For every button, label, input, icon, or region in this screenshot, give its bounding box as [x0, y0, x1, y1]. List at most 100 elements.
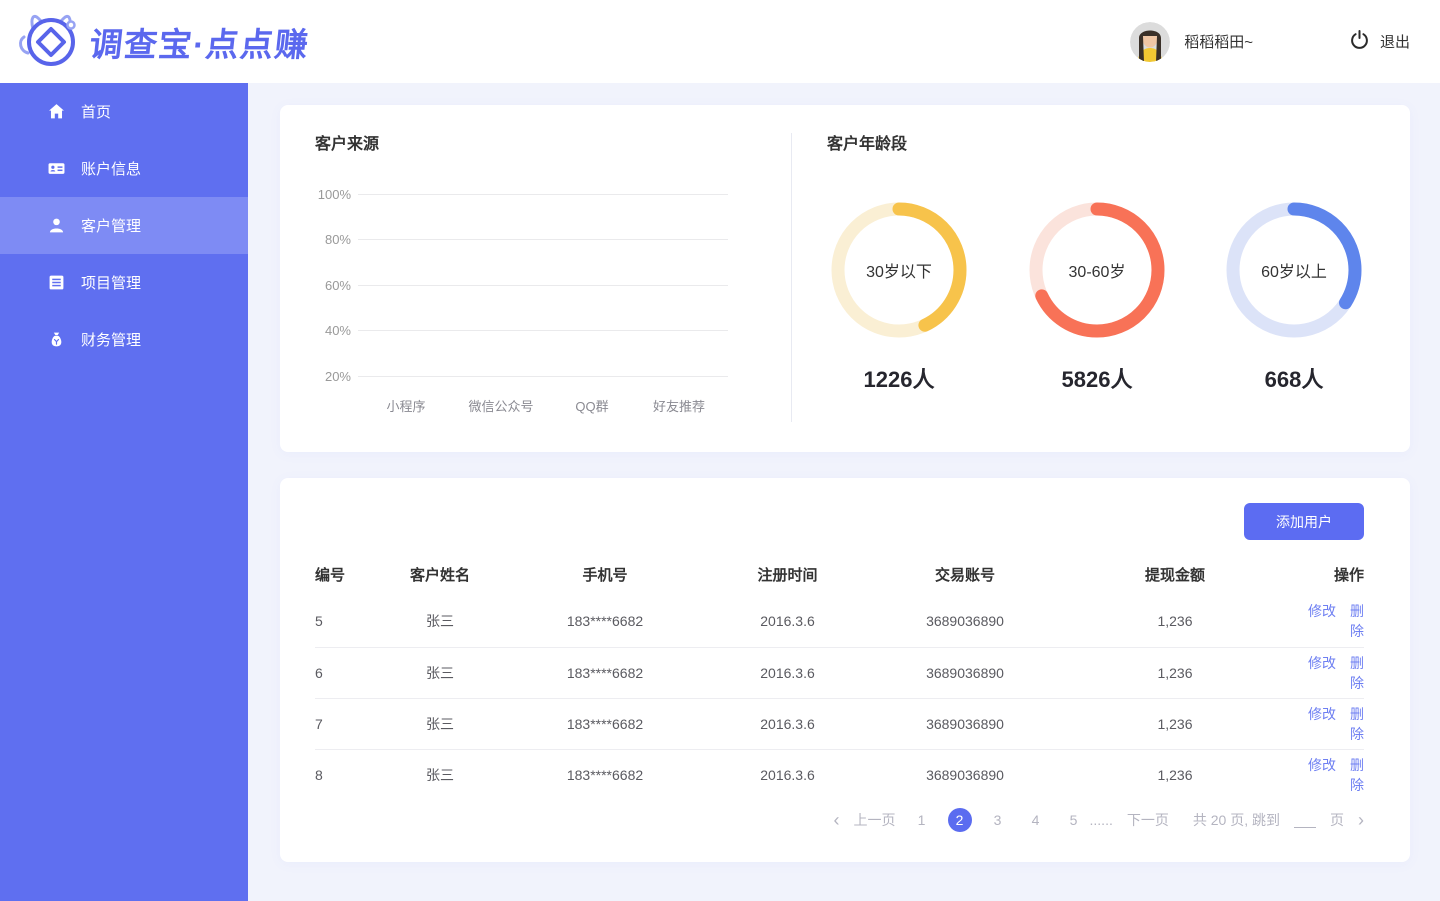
y-tick: 100%	[317, 186, 351, 202]
page-2-active[interactable]: 2	[947, 808, 972, 832]
ring-count: 668人	[1264, 367, 1324, 392]
col-header-id: 编号	[315, 566, 346, 584]
page-1[interactable]: 1	[910, 808, 934, 832]
add-user-button[interactable]: 添加用户	[1244, 503, 1364, 540]
page-3[interactable]: 3	[986, 808, 1010, 832]
ring-label: 60岁以上	[1261, 264, 1327, 281]
edit-link[interactable]: 修改	[1308, 757, 1336, 773]
cell-account: 3689036890	[926, 715, 1004, 732]
prev-page-button[interactable]: 上一页	[854, 810, 896, 830]
edit-link[interactable]: 修改	[1308, 706, 1336, 722]
customers-card: 添加用户 编号 客户姓名 手机号 注册时间 交易账号 提现金额 操作 5 张三 …	[280, 478, 1410, 862]
y-tick: 40%	[324, 322, 351, 338]
power-icon	[1349, 29, 1370, 54]
sidebar-item-label: 账户信息	[81, 161, 142, 178]
sidebar-item-finance-mgmt[interactable]: 财务管理	[0, 311, 248, 368]
customers-table: 编号 客户姓名 手机号 注册时间 交易账号 提现金额 操作 5 张三 183**…	[315, 552, 1364, 800]
table-row: 6 张三 183****6682 2016.3.6 3689036890 1,2…	[315, 647, 1364, 698]
age-ring-30-60: 30-60岁 5826人	[1017, 200, 1177, 394]
edit-link[interactable]: 修改	[1308, 655, 1336, 671]
next-page-button[interactable]: 下一页	[1127, 810, 1169, 830]
top-header: 调查宝·点点赚 稻稻稻田~ 退出	[0, 0, 1440, 83]
cell-amount: 1,236	[1157, 664, 1193, 681]
cat-coin-logo-icon	[16, 9, 84, 74]
ring-label: 30-60岁	[1068, 264, 1126, 281]
next-page-arrow[interactable]: ›	[1358, 811, 1364, 829]
x-category: 微信公众号	[468, 399, 534, 414]
cell-reg-date: 2016.3.6	[760, 613, 815, 630]
cell-phone: 183****6682	[566, 613, 644, 630]
y-tick: 20%	[324, 368, 351, 384]
cell-reg-date: 2016.3.6	[760, 664, 815, 681]
sidebar-item-customer-mgmt[interactable]: 客户管理	[0, 197, 248, 254]
ring-count: 1226人	[863, 367, 935, 392]
charts-card: 客户来源 100% 80% 60% 40% 20% 小程序 微信公众号 QQ群 …	[280, 105, 1410, 452]
cell-id: 6	[315, 664, 323, 681]
customer-age-panel: 客户年龄段 30岁以下 1226人 30-60岁 5826人 60岁以上 668…	[791, 105, 1410, 452]
x-category: 好友推荐	[652, 399, 706, 414]
col-header-account: 交易账号	[934, 566, 995, 584]
cell-account: 3689036890	[926, 613, 1004, 630]
table-row: 7 张三 183****6682 2016.3.6 3689036890 1,2…	[315, 698, 1364, 749]
page-4[interactable]: 4	[1024, 808, 1048, 832]
edit-link[interactable]: 修改	[1308, 603, 1336, 619]
cell-account: 3689036890	[926, 664, 1004, 681]
username: 稻稻稻田~	[1184, 34, 1253, 51]
grid-line	[358, 329, 728, 331]
delete-link[interactable]: 删除	[1350, 655, 1364, 691]
age-ring-under-30: 30岁以下 1226人	[819, 200, 979, 394]
delete-link[interactable]: 删除	[1350, 603, 1364, 639]
delete-link[interactable]: 删除	[1350, 757, 1364, 793]
col-header-phone: 手机号	[582, 566, 628, 584]
sidebar: 首页 账户信息 客户管理 项目管理 财务管理	[0, 83, 248, 901]
cell-name: 张三	[426, 715, 454, 732]
sidebar-item-label: 首页	[81, 104, 112, 121]
col-header-name: 客户姓名	[409, 566, 470, 584]
sidebar-item-label: 财务管理	[81, 332, 142, 349]
grid-line	[358, 375, 728, 377]
logout-label: 退出	[1379, 34, 1410, 51]
avatar	[1130, 21, 1171, 62]
cell-id: 7	[315, 715, 323, 732]
customer-source-title: 客户来源	[315, 136, 380, 153]
sidebar-item-label: 客户管理	[81, 218, 142, 235]
cell-phone: 183****6682	[566, 766, 644, 783]
jump-page-input[interactable]	[1294, 813, 1316, 828]
money-bag-icon	[48, 331, 65, 348]
logo: 调查宝·点点赚	[16, 9, 312, 74]
age-ring-over-60: 60岁以上 668人	[1214, 200, 1374, 394]
cell-amount: 1,236	[1157, 613, 1193, 630]
table-row: 5 张三 183****6682 2016.3.6 3689036890 1,2…	[315, 596, 1364, 647]
col-header-reg-date: 注册时间	[757, 566, 818, 584]
sidebar-item-account-info[interactable]: 账户信息	[0, 140, 248, 197]
sidebar-item-project-mgmt[interactable]: 项目管理	[0, 254, 248, 311]
table-header-row: 编号 客户姓名 手机号 注册时间 交易账号 提现金额 操作	[315, 552, 1364, 596]
main-content: 客户来源 100% 80% 60% 40% 20% 小程序 微信公众号 QQ群 …	[248, 83, 1440, 901]
customer-age-title: 客户年龄段	[827, 136, 908, 153]
x-category: 小程序	[386, 399, 426, 414]
customer-source-panel: 客户来源 100% 80% 60% 40% 20% 小程序 微信公众号 QQ群 …	[280, 105, 791, 452]
page-5[interactable]: 5	[1062, 808, 1086, 832]
sidebar-item-home[interactable]: 首页	[0, 83, 248, 140]
grid-line	[358, 284, 728, 286]
cell-id: 5	[315, 613, 323, 630]
cell-name: 张三	[426, 664, 454, 681]
table-row: 8 张三 183****6682 2016.3.6 3689036890 1,2…	[315, 749, 1364, 800]
cell-reg-date: 2016.3.6	[760, 715, 815, 732]
ring-label: 30岁以下	[866, 264, 932, 281]
pagination: ‹ 上一页 1 2 3 4 5 ...... 下一页 共 20 页, 跳到 页 …	[315, 808, 1364, 832]
prev-page-arrow[interactable]: ‹	[834, 811, 840, 829]
cell-name: 张三	[426, 766, 454, 783]
delete-link[interactable]: 删除	[1350, 706, 1364, 742]
logo-text: 调查宝·点点赚	[87, 25, 312, 63]
cell-account: 3689036890	[926, 766, 1004, 783]
x-category: QQ群	[575, 399, 609, 414]
id-card-icon	[48, 160, 65, 177]
user-menu[interactable]: 稻稻稻田~	[1130, 21, 1253, 62]
cell-amount: 1,236	[1157, 715, 1193, 732]
logout-button[interactable]: 退出	[1349, 29, 1410, 54]
col-header-actions: 操作	[1333, 566, 1364, 584]
pages-ellipsis: ......	[1089, 812, 1113, 828]
user-icon	[48, 217, 65, 234]
jump-suffix: 页	[1330, 812, 1344, 828]
